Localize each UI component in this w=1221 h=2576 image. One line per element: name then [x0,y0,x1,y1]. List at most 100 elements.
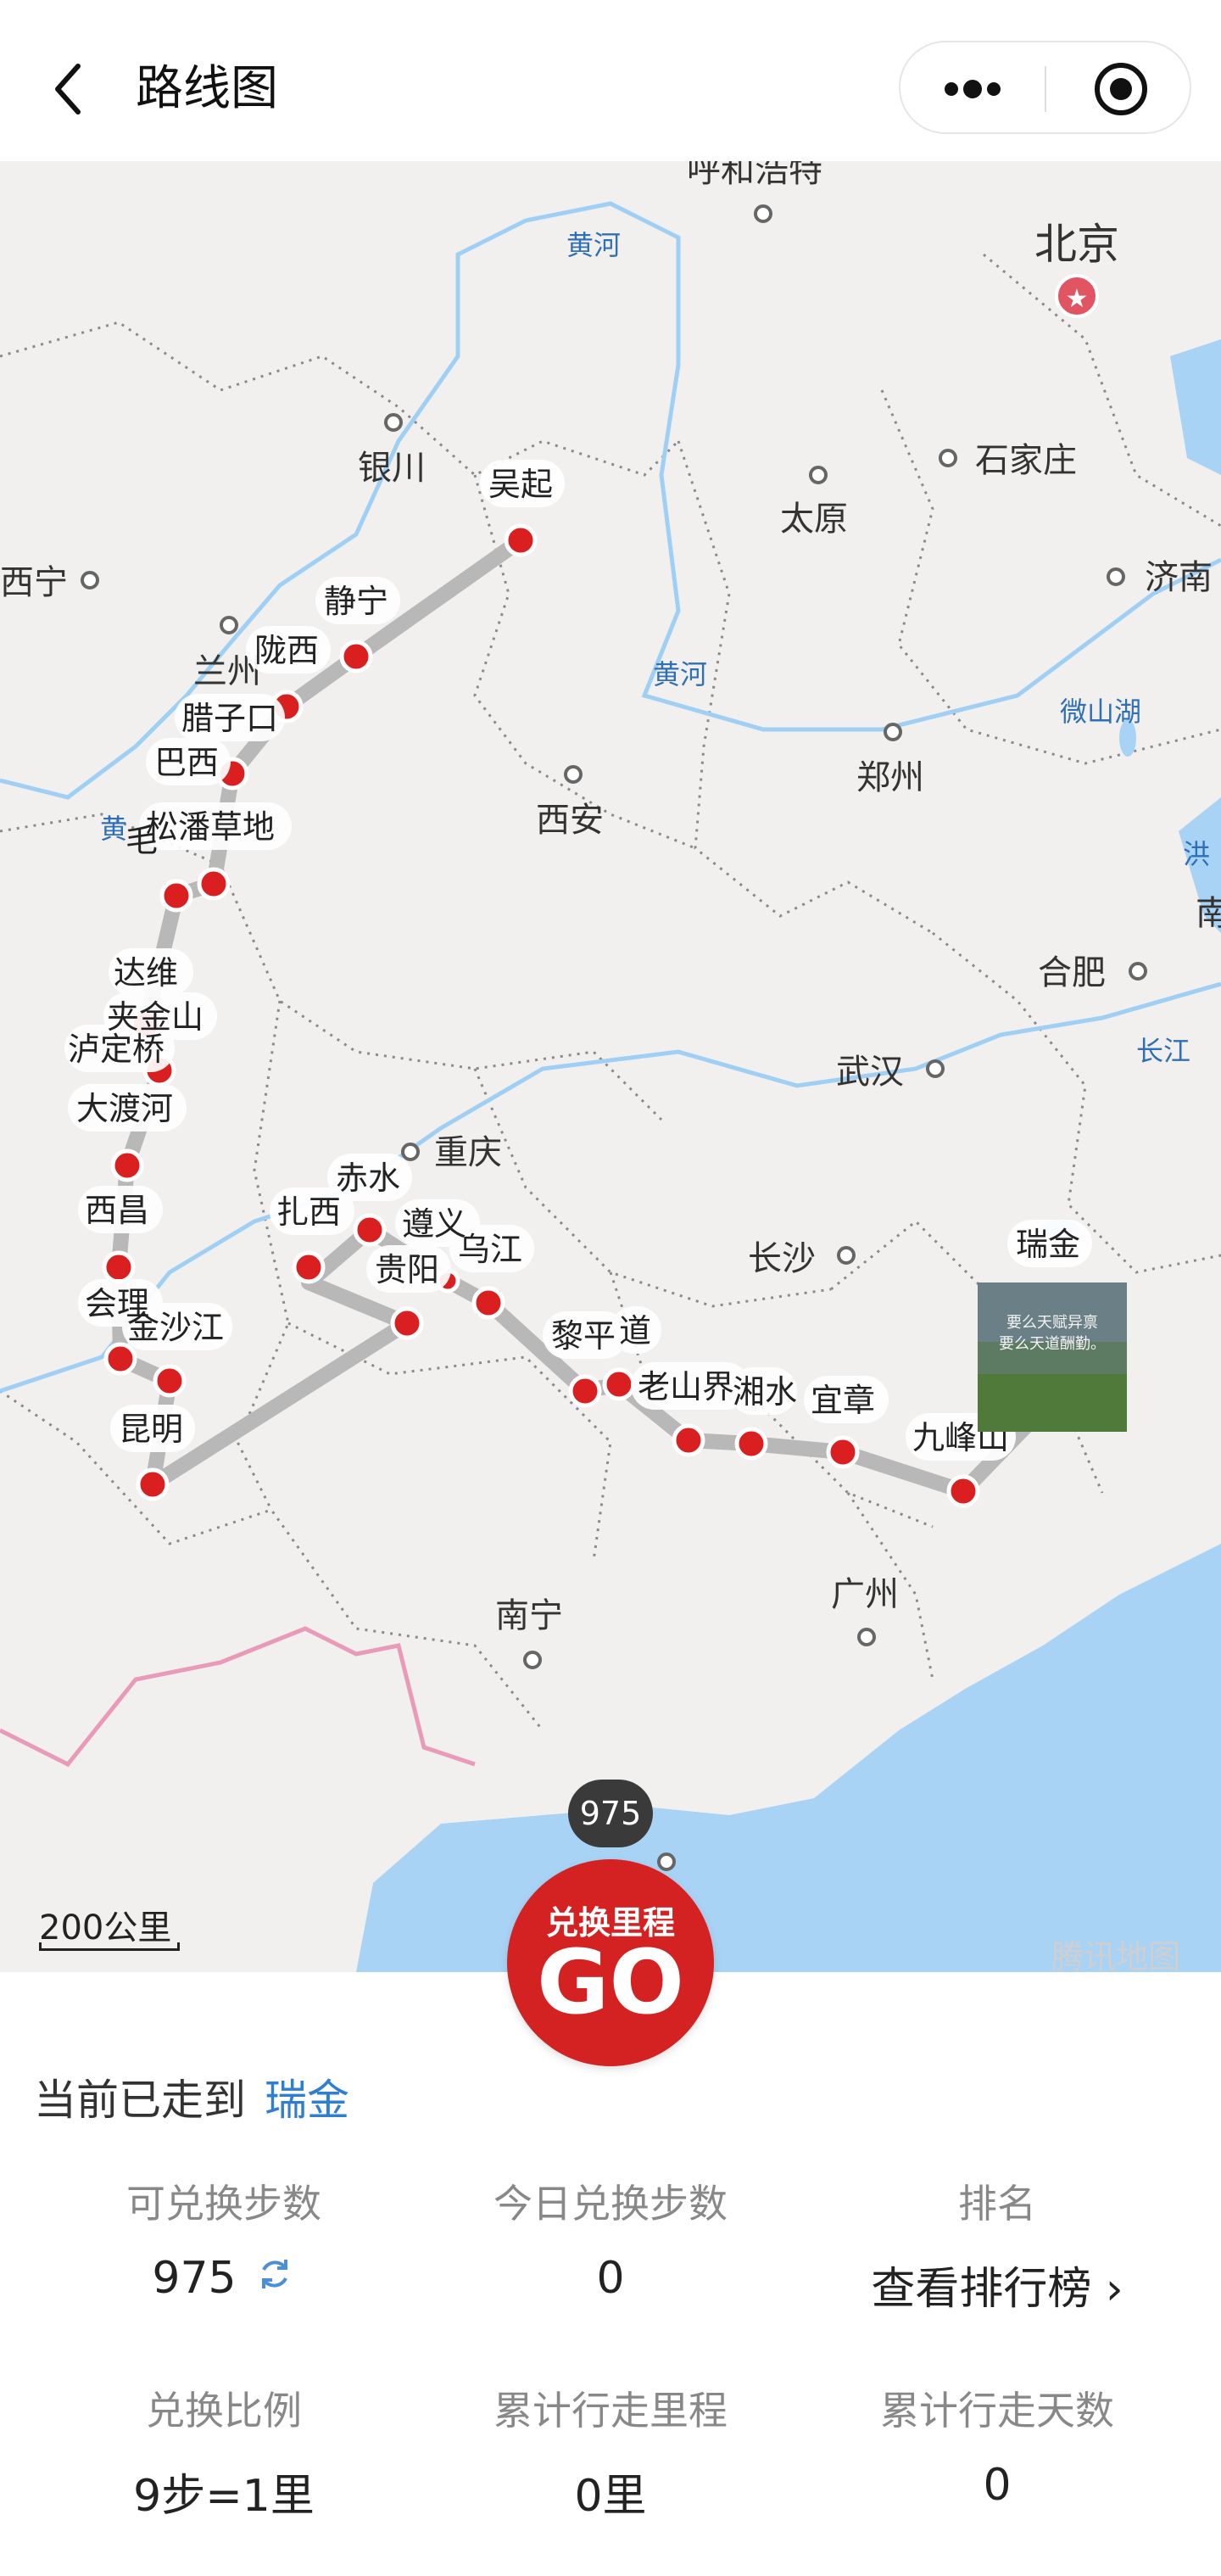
stop-dot-zhaxi [292,1250,326,1284]
stat-label: 排名 [958,2181,1036,2227]
map-city-xian: 西安 [536,801,604,840]
stop-label-daduhe: 大渡河 [76,1090,173,1127]
stop-label-chishui: 赤水 [336,1159,400,1197]
stop-label-guiyang: 贵阳 [375,1251,439,1288]
stop-dot-wujiang [471,1286,505,1320]
stat-exchange-ratio: 兑换比例 9步=1里 [37,2380,410,2523]
stop-label-baxi: 巴西 [154,744,219,781]
stat-label: 可兑换步数 [126,2181,321,2227]
stat-today-steps: 今日兑换步数 0 [424,2173,797,2304]
map-city-taiyuan: 太原 [780,500,848,539]
page-title: 路线图 [136,61,278,116]
nav-bar: 路线图 [0,0,1221,161]
map-city-yinchuan: 银川 [358,449,426,488]
map-city-beijing: 北京 [1034,220,1119,269]
stop-dot-daduhe [110,1148,144,1182]
stat-value: 9步=1里 [133,2471,315,2522]
stop-label-jinshajiang: 金沙江 [127,1309,224,1346]
map-city-shijiazhuang: 石家庄 [975,441,1077,480]
map-city-huhehaote: 呼和浩特 [687,161,822,190]
stop-dot-jingning [339,640,373,673]
stop-dot-kunming [136,1467,170,1501]
map-attribution: 腾讯地图 [1051,1938,1180,1972]
go-button-label: GO [537,1931,684,2034]
refresh-icon[interactable] [254,2253,296,2295]
stop-label-lazikou: 腊子口 [181,700,278,737]
svg-text:要么天赋异禀: 要么天赋异禀 [1006,1313,1098,1332]
river-label-huanghe-north: 黄河 [566,229,621,261]
more-icon[interactable] [934,59,1011,119]
map-city-guangzhou: 广州 [831,1575,899,1614]
map-city-nanning: 南宁 [495,1596,563,1635]
stop-label-liping: 黎平 [551,1317,616,1355]
stat-label: 今日兑换步数 [493,2181,728,2227]
stop-label-zhaxi: 扎西 [276,1193,341,1231]
stat-ranking: 排名 查看排行榜 › [811,2173,1184,2316]
stop-label-songpan: 松潘草地 [146,808,275,846]
target-icon[interactable] [1091,59,1151,119]
stop-dot-jiufengshan [946,1474,980,1508]
map-city-jinan: 济南 [1145,558,1213,597]
capsule-divider [1045,66,1046,112]
stop-dot-tongdao [602,1367,636,1401]
stop-dot-wuqi [504,523,538,557]
stop-label-ruijin: 瑞金 [1016,1226,1080,1263]
stat-label: 兑换比例 [146,2388,302,2434]
stat-convertible-steps: 可兑换步数 975 [37,2173,410,2304]
stop-label-luding: 泸定桥 [68,1031,164,1068]
stop-dot-liping [568,1374,602,1408]
river-label-huanghe-west: 黄 [100,813,127,845]
stat-total-days: 累计行走天数 0 [811,2380,1184,2511]
stop-label-zunyi: 遵义 [402,1205,466,1243]
stop-dot-mao [159,879,193,913]
svg-text:★: ★ [1066,284,1089,314]
map-scale-bar [39,1942,180,1951]
stat-total-distance: 累计行走里程 0里 [424,2380,797,2523]
current-progress: 当前已走到 瑞金 [34,2066,349,2127]
stop-dot-songpan [197,867,231,901]
map-city-zhengzhou: 郑州 [856,758,924,797]
stop-label-jingning: 静宁 [324,583,388,620]
map-city-xining: 西宁 [0,563,68,602]
current-location-photo[interactable]: 要么天赋异禀 要么天道酬勤。 [978,1282,1127,1432]
stop-label-mao: 毛 [125,822,158,859]
stop-label-xichang: 西昌 [85,1192,149,1229]
river-label-changjiang: 长江 [1136,1035,1190,1067]
lake-label-weishanhu: 微山湖 [1060,696,1141,728]
chevron-left-icon[interactable] [51,59,85,119]
stop-label-longxi: 陇西 [254,632,319,669]
stop-label-kunming: 昆明 [119,1411,183,1448]
route-map[interactable]: ★ 北京 呼和浩特 石家庄 太原 济南 银川 西宁 兰州 西安 郑州 合肥 武汉… [0,161,1221,1972]
map-city-changsha: 长沙 [748,1239,816,1278]
stop-dot-xiangshui [734,1427,768,1461]
stat-value: 0 [983,2460,1012,2511]
stat-label: 累计行走天数 [880,2388,1114,2434]
stop-dot-xichang [102,1250,136,1284]
stop-label-dawei: 达维 [114,954,178,992]
stop-label-tongdao: 道 [619,1312,651,1349]
stat-label: 累计行走里程 [493,2388,728,2434]
stat-value: 0里 [574,2471,647,2522]
map-city-hong: 洪 [1183,838,1210,870]
view-leaderboard-link[interactable]: 查看排行榜 › [811,2253,1184,2316]
stop-dot-jinshajiang [153,1364,187,1398]
stop-label-laoshanjie: 老山界 [638,1368,734,1405]
map-city-hefei: 合肥 [1038,953,1106,992]
svg-text:要么天道酬勤。: 要么天道酬勤。 [999,1335,1106,1353]
progress-prefix: 当前已走到 [34,2076,246,2125]
stop-dot-guiyang [390,1306,424,1340]
stop-dot-yizhang [826,1435,860,1469]
river-label-huanghe-mid: 黄河 [653,658,707,690]
stop-dot-chishui [353,1213,387,1247]
map-city-chongqing: 重庆 [434,1133,502,1172]
map-city-nan: 南 [1196,894,1221,933]
stop-dot-laoshanjie [672,1423,705,1457]
exchange-mileage-go-button[interactable]: 兑换里程 GO [507,1859,714,2066]
stop-label-wuqi: 吴起 [488,466,553,503]
stat-value: 0 [596,2253,625,2304]
beijing-marker: ★ [1055,274,1099,318]
stop-label-yizhang: 宜章 [811,1382,875,1419]
stop-label-wujiang: 乌江 [458,1231,522,1268]
map-city-wuhan: 武汉 [836,1053,904,1092]
mileage-bubble: 975 [568,1780,653,1847]
